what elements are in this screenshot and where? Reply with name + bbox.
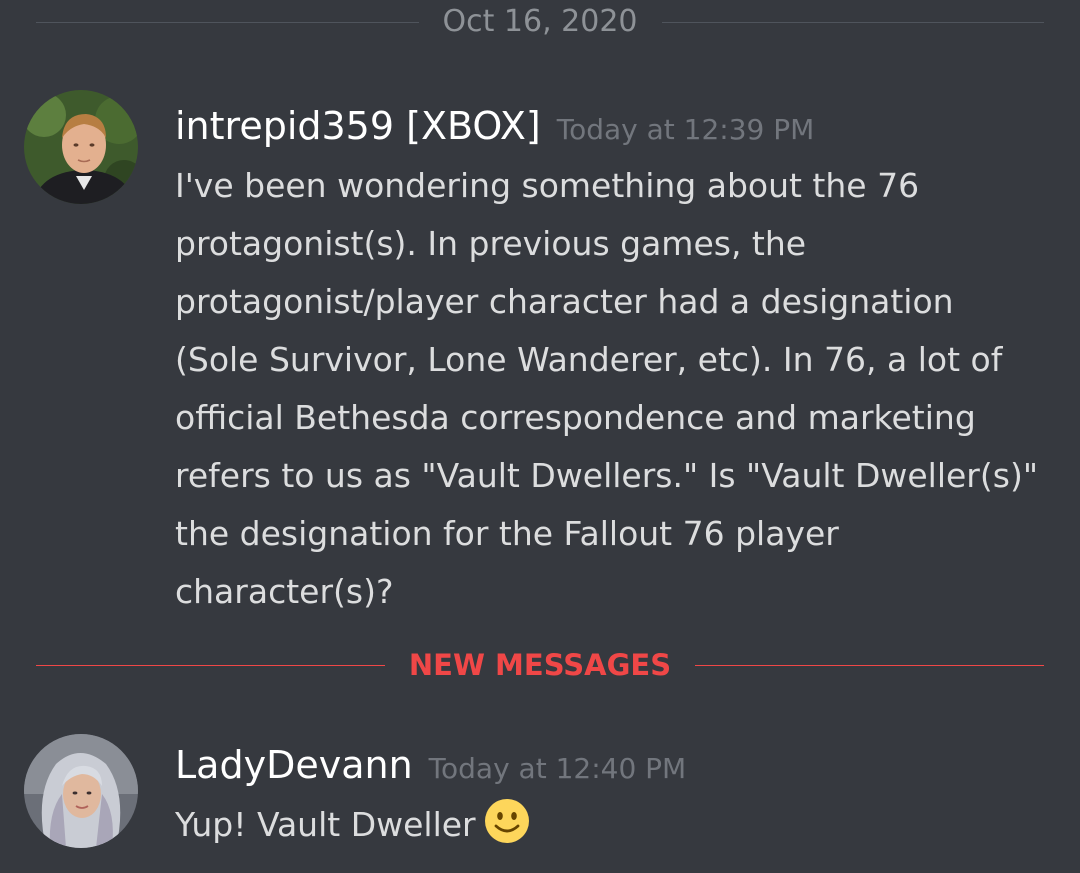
- avatar-image-icon: [24, 90, 138, 204]
- message-content: I've been wondering something about the …: [175, 166, 1038, 611]
- timestamp: Today at 12:39 PM: [556, 113, 815, 146]
- new-messages-divider: NEW MESSAGES: [36, 645, 1044, 685]
- avatar[interactable]: [24, 734, 138, 848]
- new-messages-label: NEW MESSAGES: [384, 648, 696, 682]
- slightly-smiling-face-icon: [484, 799, 529, 843]
- username[interactable]: LadyDevann: [175, 743, 413, 787]
- message-content: Yup! Vault Dweller: [175, 805, 476, 844]
- username[interactable]: intrepid359 [XBOX]: [175, 104, 541, 148]
- timestamp: Today at 12:40 PM: [428, 752, 687, 785]
- avatar[interactable]: [24, 90, 138, 204]
- chat-view: Oct 16, 2020 intrepid359 [XBOX] Today at …: [0, 0, 1080, 873]
- date-divider: Oct 16, 2020: [36, 2, 1044, 42]
- date-divider-label: Oct 16, 2020: [418, 4, 662, 39]
- avatar-image-icon: [24, 734, 138, 848]
